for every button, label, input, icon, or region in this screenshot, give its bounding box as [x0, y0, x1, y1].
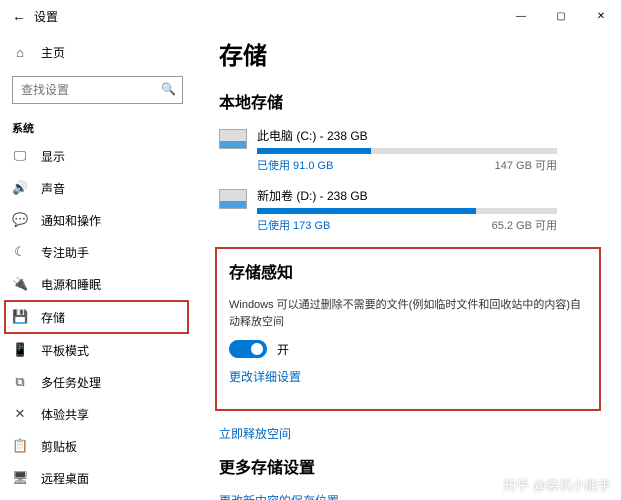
- sidebar-item-2[interactable]: 💬 通知和操作: [0, 204, 195, 236]
- storage-sense-section: 存储感知 Windows 可以通过删除不需要的文件(例如临时文件和回收站中的内容…: [215, 247, 601, 411]
- minimize-button[interactable]: —: [501, 0, 541, 32]
- toggle-knob: [251, 343, 263, 355]
- sidebar-item-label: 专注助手: [41, 244, 89, 261]
- drive-used-label: 已使用 91.0 GB: [257, 157, 333, 173]
- drive-used-label: 已使用 173 GB: [257, 217, 330, 233]
- window-title: 设置: [34, 8, 58, 25]
- sidebar-item-icon: 💬: [12, 212, 28, 228]
- sidebar-item-label: 声音: [41, 180, 65, 197]
- local-storage-header: 本地存储: [219, 89, 601, 113]
- drive-name: 新加卷 (D:) - 238 GB: [257, 187, 601, 204]
- sidebar-item-label: 远程桌面: [41, 470, 89, 487]
- home-icon: ⌂: [12, 45, 28, 60]
- drive-icon: [219, 129, 247, 149]
- drive-free-label: 65.2 GB 可用: [492, 217, 557, 233]
- drive-name: 此电脑 (C:) - 238 GB: [257, 127, 601, 144]
- sidebar-item-label: 电源和睡眠: [41, 276, 101, 293]
- sidebar-item-icon: 🖥: [12, 470, 28, 486]
- sidebar-item-label: 显示: [41, 148, 65, 165]
- sidebar-item-icon: ✕: [12, 406, 28, 422]
- drive-1[interactable]: 新加卷 (D:) - 238 GB 已使用 173 GB 65.2 GB 可用: [219, 187, 601, 233]
- sidebar-item-icon: 📋: [12, 438, 28, 454]
- storage-sense-header: 存储感知: [229, 259, 587, 283]
- sidebar-item-label: 平板模式: [41, 342, 89, 359]
- sidebar: ⌂ 主页 🔍 系统 🖵 显示 🔊 声音 💬 通知和操作 ☾ 专注助手 🔌 电源和睡眠 💾 存储 📱 平板模…: [0, 32, 195, 500]
- sidebar-item-3[interactable]: ☾ 专注助手: [0, 236, 195, 268]
- sidebar-item-label: 通知和操作: [41, 212, 101, 229]
- drive-usage-bar: [257, 208, 557, 214]
- sidebar-item-1[interactable]: 🔊 声音: [0, 172, 195, 204]
- sidebar-item-label: 多任务处理: [41, 374, 101, 391]
- sidebar-item-icon: ☾: [12, 244, 28, 260]
- sidebar-item-7[interactable]: ⧉ 多任务处理: [0, 366, 195, 398]
- close-button[interactable]: ✕: [581, 0, 621, 32]
- maximize-button[interactable]: ▢: [541, 0, 581, 32]
- storage-sense-toggle[interactable]: [229, 340, 267, 358]
- sidebar-item-label: 存储: [41, 309, 65, 326]
- storage-sense-description: Windows 可以通过删除不需要的文件(例如临时文件和回收站中的内容)自动释放…: [229, 297, 587, 330]
- sidebar-item-8[interactable]: ✕ 体验共享: [0, 398, 195, 430]
- sidebar-home-label: 主页: [41, 44, 65, 61]
- sidebar-item-icon: 🔊: [12, 180, 28, 196]
- drive-0[interactable]: 此电脑 (C:) - 238 GB 已使用 91.0 GB 147 GB 可用: [219, 127, 601, 173]
- sidebar-home[interactable]: ⌂ 主页: [0, 36, 195, 68]
- drive-free-label: 147 GB 可用: [495, 157, 557, 173]
- sidebar-item-label: 体验共享: [41, 406, 89, 423]
- sidebar-item-4[interactable]: 🔌 电源和睡眠: [0, 268, 195, 300]
- sidebar-item-label: 剪贴板: [41, 438, 77, 455]
- sidebar-item-icon: 💾: [12, 309, 28, 325]
- sidebar-item-icon: 🖵: [12, 148, 28, 164]
- drive-usage-bar: [257, 148, 557, 154]
- page-title: 存储: [219, 36, 601, 71]
- sidebar-item-11[interactable]: ⓘ关于: [0, 494, 195, 500]
- storage-sense-toggle-row: 开: [229, 340, 587, 358]
- free-up-space-link[interactable]: 立即释放空间: [219, 425, 601, 442]
- sidebar-item-9[interactable]: 📋 剪贴板: [0, 430, 195, 462]
- sidebar-item-6[interactable]: 📱 平板模式: [0, 334, 195, 366]
- drive-icon: [219, 189, 247, 209]
- sidebar-item-icon: 📱: [12, 342, 28, 358]
- sidebar-item-0[interactable]: 🖵 显示: [0, 140, 195, 172]
- toggle-state-label: 开: [277, 341, 289, 358]
- sidebar-item-icon: ⧉: [12, 374, 28, 390]
- window-controls: — ▢ ✕: [501, 0, 621, 32]
- main-content: 存储 本地存储 此电脑 (C:) - 238 GB 已使用 91.0 GB 14…: [195, 32, 621, 500]
- sidebar-item-icon: 🔌: [12, 276, 28, 292]
- title-bar: ← 设置 — ▢ ✕: [0, 0, 621, 32]
- sidebar-item-10[interactable]: 🖥 远程桌面: [0, 462, 195, 494]
- search-icon: 🔍: [161, 82, 176, 96]
- watermark: 知乎 @装机小能手: [503, 475, 611, 494]
- configure-storage-sense-link[interactable]: 更改详细设置: [229, 368, 587, 385]
- sidebar-item-5[interactable]: 💾 存储: [4, 300, 189, 334]
- search-wrap: 🔍: [12, 76, 183, 104]
- sidebar-group-header: 系统: [0, 114, 195, 140]
- back-icon[interactable]: ←: [12, 8, 34, 24]
- search-input[interactable]: [12, 76, 183, 104]
